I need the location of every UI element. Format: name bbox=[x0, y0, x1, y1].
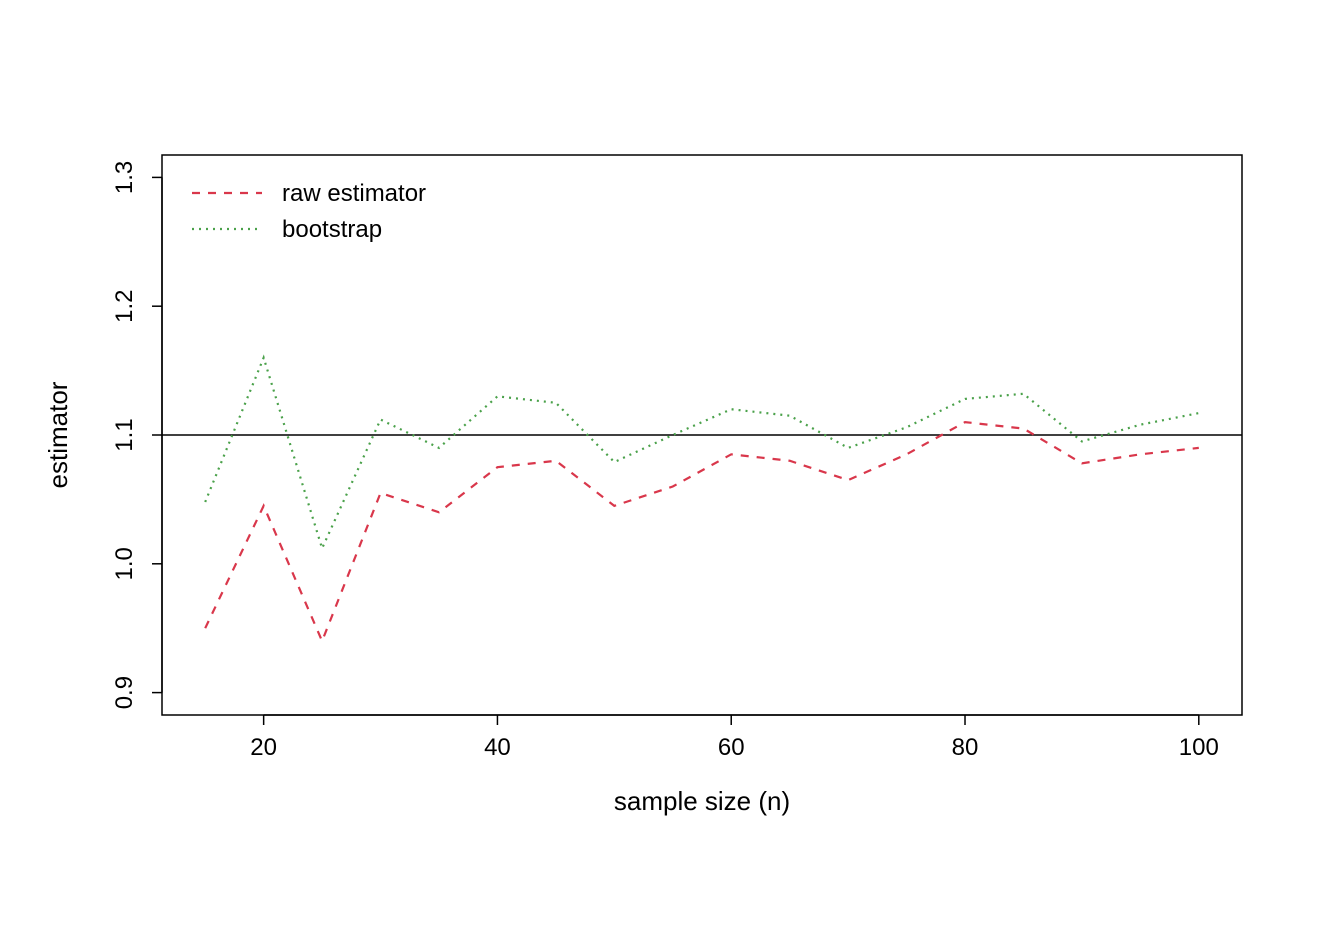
y-tick-label: 1.2 bbox=[111, 290, 138, 323]
x-tick-label: 80 bbox=[952, 734, 979, 761]
y-axis-title: estimator bbox=[43, 381, 73, 488]
x-tick-label: 100 bbox=[1179, 734, 1219, 761]
y-tick-label: 1.0 bbox=[111, 547, 138, 580]
x-axis-title: sample size (n) bbox=[614, 786, 790, 816]
y-tick-label: 1.3 bbox=[111, 161, 138, 194]
series-raw-estimator bbox=[205, 422, 1199, 641]
x-tick-label: 40 bbox=[484, 734, 511, 761]
y-tick-label: 1.1 bbox=[111, 418, 138, 451]
x-tick-label: 60 bbox=[718, 734, 745, 761]
legend-label-raw: raw estimator bbox=[282, 180, 426, 207]
chart-svg: 20 40 60 80 100 0.9 1.0 1.1 1.2 1.3 sample size (n… bbox=[0, 0, 1344, 940]
x-tick-label: 20 bbox=[250, 734, 277, 761]
series-bootstrap bbox=[205, 358, 1199, 549]
legend-label-bootstrap: bootstrap bbox=[282, 216, 382, 243]
y-tick-label: 0.9 bbox=[111, 676, 138, 709]
chart-container: 20 40 60 80 100 0.9 1.0 1.1 1.2 1.3 sample size (n… bbox=[0, 0, 1344, 940]
